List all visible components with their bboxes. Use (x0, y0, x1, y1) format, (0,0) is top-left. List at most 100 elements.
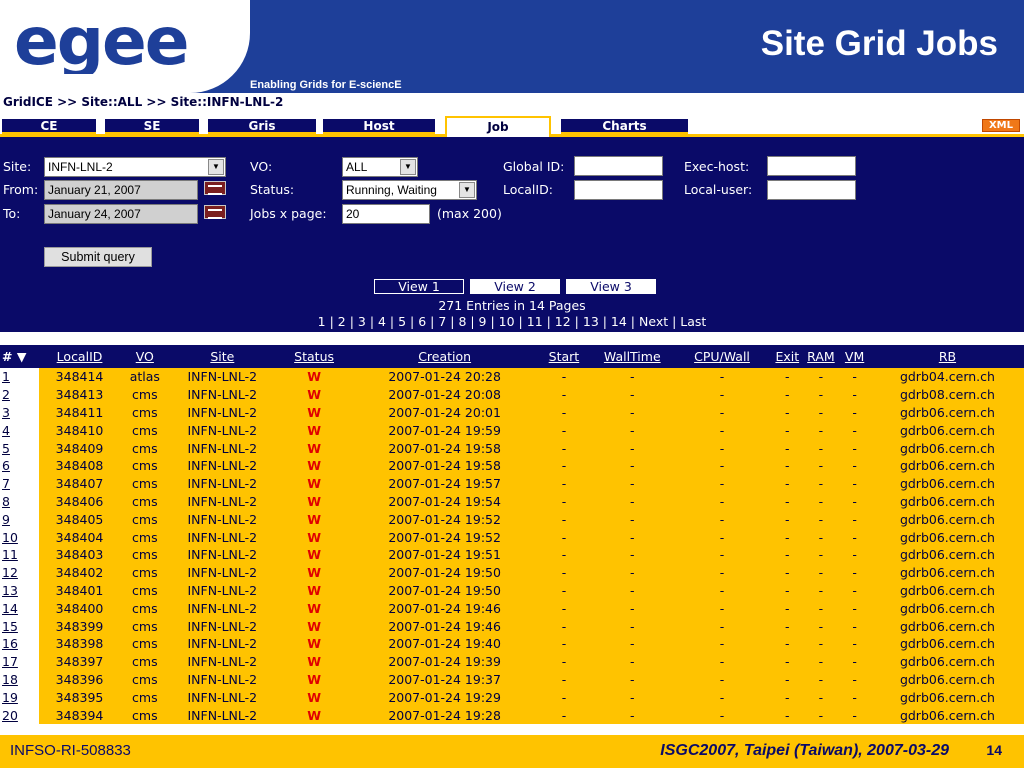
cpu-wall-cell: - (719, 476, 725, 492)
table-row: 16 348398 cms INFN-LNL-2 W 2007-01-24 19:40 - -… (0, 634, 1024, 653)
walltime-cell: - (630, 618, 635, 634)
column-header-site[interactable]: Site (169, 345, 275, 368)
row-number-link[interactable]: 18 (0, 670, 39, 689)
vo-cell: cms (132, 600, 158, 616)
vo-label: VO: (250, 159, 273, 174)
site-cell: INFN-LNL-2 (187, 493, 258, 509)
start-cell: - (561, 440, 567, 456)
column-header-vo[interactable]: VO (120, 345, 169, 368)
local-id-label: LocalID: (503, 182, 553, 197)
row-number-link[interactable]: 1 (0, 368, 39, 386)
status-select[interactable]: Running, Waiting ▼ (342, 180, 477, 200)
row-number-link[interactable]: 4 (0, 421, 39, 440)
tab-charts[interactable]: Charts (561, 119, 688, 134)
site-cell: INFN-LNL-2 (187, 547, 258, 563)
row-number-link[interactable]: 2 (0, 385, 39, 404)
row-number-link[interactable]: 3 (0, 403, 39, 422)
local-user-label: Local-user: (684, 182, 753, 197)
local-id-cell: 348413 (55, 387, 104, 403)
row-number-link[interactable]: 5 (0, 439, 39, 457)
column-header-ram[interactable]: RAM (804, 345, 839, 368)
column-header-status[interactable]: Status (275, 345, 353, 368)
from-date-field[interactable]: January 21, 2007 (44, 180, 198, 200)
view-1-button[interactable]: View 1 (374, 279, 464, 294)
rb-cell: gdrb06.cern.ch (899, 529, 995, 545)
table-row: 7 348407 cms INFN-LNL-2 W 2007-01-24 19:57 - - -… (0, 474, 1024, 493)
row-number-link[interactable]: 9 (0, 510, 39, 529)
ram-cell: - (818, 600, 824, 616)
walltime-cell: - (630, 565, 635, 581)
vm-cell: - (852, 636, 857, 652)
cpu-wall-cell: - (719, 671, 725, 687)
view-3-button[interactable]: View 3 (566, 279, 656, 294)
status-cell: W (307, 547, 321, 563)
global-id-label: Global ID: (503, 159, 565, 174)
row-number-link[interactable]: 7 (0, 474, 39, 493)
walltime-cell: - (630, 654, 635, 670)
vo-cell: cms (132, 689, 158, 705)
calendar-icon[interactable] (204, 205, 226, 219)
row-number-link[interactable]: 8 (0, 492, 39, 511)
column-header-start[interactable]: Start (536, 345, 591, 368)
column-header-rb[interactable]: RB (871, 345, 1024, 368)
to-date-field[interactable]: January 24, 2007 (44, 204, 198, 224)
column-header-localid[interactable]: LocalID (39, 345, 121, 368)
table-row: 10 348404 cms INFN-LNL-2 W 2007-01-24 19:52 - -… (0, 528, 1024, 546)
row-number-link[interactable]: 13 (0, 581, 39, 600)
row-number-link[interactable]: 20 (0, 706, 39, 724)
row-number-link[interactable]: 6 (0, 456, 39, 475)
column-header-creation[interactable]: Creation (353, 345, 537, 368)
column-header-number[interactable]: # ▼ (0, 345, 39, 368)
view-2-button[interactable]: View 2 (470, 279, 560, 294)
entries-count: 271 Entries in 14 Pages (438, 298, 586, 313)
row-number-link[interactable]: 17 (0, 652, 39, 671)
vo-cell: cms (132, 582, 158, 598)
vo-cell: cms (132, 440, 158, 456)
local-id-input[interactable] (574, 180, 663, 200)
column-header-cpu-wall[interactable]: CPU/Wall (673, 345, 771, 368)
walltime-cell: - (630, 707, 635, 723)
row-number-link[interactable]: 11 (0, 545, 39, 564)
local-user-input[interactable] (767, 180, 856, 200)
xml-export-button[interactable]: XML (982, 119, 1020, 132)
exec-host-input[interactable] (767, 156, 856, 176)
tab-gris[interactable]: Gris (208, 119, 316, 134)
cpu-wall-cell: - (719, 654, 725, 670)
walltime-cell: - (630, 369, 635, 385)
vo-select[interactable]: ALL ▼ (342, 157, 418, 177)
walltime-cell: - (630, 387, 635, 403)
jobs-per-page-input[interactable]: 20 (342, 204, 430, 224)
row-number-link[interactable]: 12 (0, 563, 39, 582)
row-number-link[interactable]: 15 (0, 617, 39, 635)
row-number-link[interactable]: 16 (0, 634, 39, 653)
walltime-cell: - (630, 547, 635, 563)
rb-cell: gdrb06.cern.ch (899, 600, 995, 616)
local-id-cell: 348401 (55, 582, 104, 598)
footer-project-id: INFSO-RI-508833 (10, 742, 131, 759)
vo-cell: cms (132, 671, 158, 687)
tab-host[interactable]: Host (323, 119, 435, 134)
status-cell: W (307, 511, 321, 527)
start-cell: - (561, 636, 567, 652)
pagination[interactable]: 1 | 2 | 3 | 4 | 5 | 6 | 7 | 8 | 9 | 10 |… (0, 314, 1024, 330)
row-number-link[interactable]: 14 (0, 599, 39, 618)
column-header-exit[interactable]: Exit (771, 345, 804, 368)
status-cell: W (307, 618, 321, 634)
tab-se[interactable]: SE (105, 119, 199, 134)
tab-job[interactable]: Job (445, 116, 551, 137)
calendar-icon[interactable] (204, 181, 226, 195)
site-select[interactable]: INFN-LNL-2 ▼ (44, 157, 226, 177)
column-header-walltime[interactable]: WallTime (591, 345, 673, 368)
table-row: 17 348397 cms INFN-LNL-2 W 2007-01-24 19:39 - -… (0, 652, 1024, 671)
submit-query-button[interactable]: Submit query (44, 247, 152, 267)
cpu-wall-cell: - (719, 440, 725, 456)
global-id-input[interactable] (574, 156, 663, 176)
row-number-link[interactable]: 19 (0, 688, 39, 707)
vm-cell: - (852, 529, 857, 545)
ram-cell: - (818, 547, 824, 563)
row-number-link[interactable]: 10 (0, 528, 39, 546)
ram-cell: - (818, 654, 824, 670)
local-id-cell: 348406 (55, 493, 104, 509)
column-header-vm[interactable]: VM (838, 345, 871, 368)
tab-ce[interactable]: CE (2, 119, 96, 134)
